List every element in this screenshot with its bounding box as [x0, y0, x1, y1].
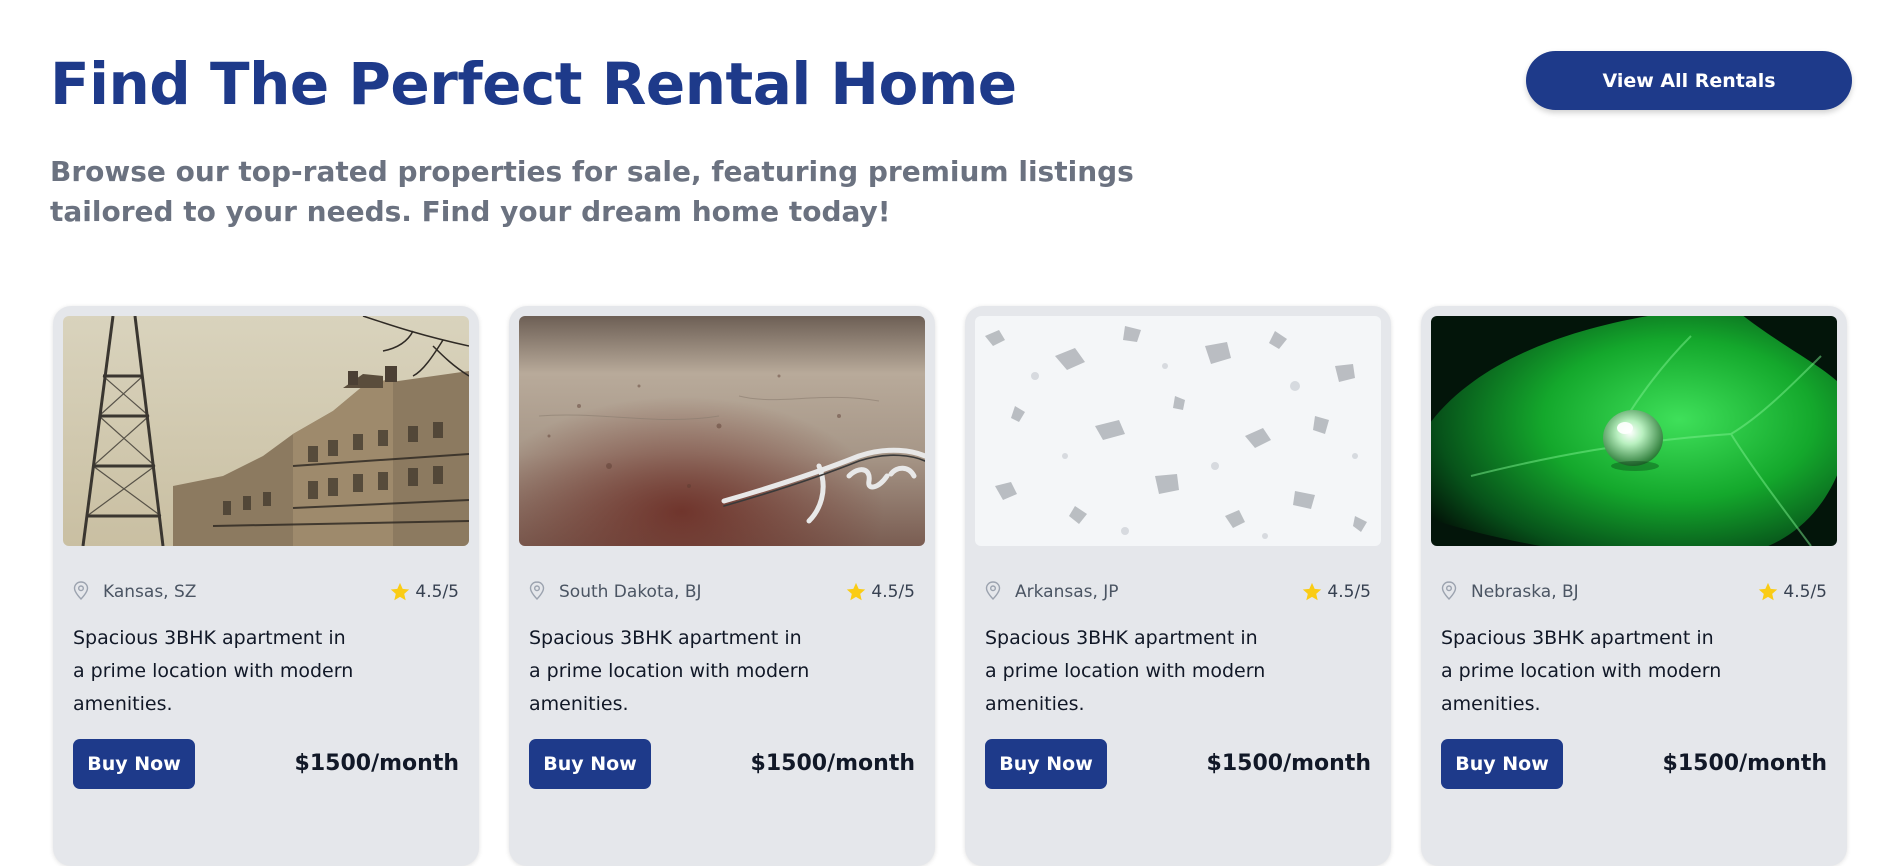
listing-card: Kansas, SZ 4.5/5 Spacious 3BHK apartment…	[53, 306, 479, 866]
rating-value: 4.5/5	[1783, 582, 1827, 602]
page-header: Find The Perfect Rental Home Browse our …	[50, 48, 1860, 248]
rating-value: 4.5/5	[1327, 582, 1371, 602]
listing-price: $1500/month	[1206, 751, 1371, 776]
rating-value: 4.5/5	[415, 582, 459, 602]
paris-buildings-photo	[63, 316, 469, 546]
listing-price: $1500/month	[1662, 751, 1827, 776]
listing-card: Arkansas, JP 4.5/5 Spacious 3BHK apartme…	[965, 306, 1391, 866]
white-texture-photo	[975, 316, 1381, 546]
star-icon	[1758, 582, 1778, 601]
map-pin-icon	[985, 581, 1001, 600]
listing-location: Nebraska, BJ	[1471, 582, 1579, 602]
listing-price: $1500/month	[750, 751, 915, 776]
page-title: Find The Perfect Rental Home	[50, 50, 1017, 118]
green-leaf-droplet-photo	[1431, 316, 1837, 546]
listing-price: $1500/month	[294, 751, 459, 776]
listing-meta: Arkansas, JP 4.5/5	[985, 580, 1371, 606]
page-subtitle: Browse our top-rated properties for sale…	[50, 155, 1134, 228]
listing-image-rusted-car[interactable]	[519, 316, 925, 546]
listing-description: Spacious 3BHK apartment in a prime locat…	[529, 627, 810, 715]
listing-card: Nebraska, BJ 4.5/5 Spacious 3BHK apartme…	[1421, 306, 1847, 866]
listing-meta: South Dakota, BJ 4.5/5	[529, 580, 915, 606]
listing-rating: 4.5/5	[1727, 580, 1827, 604]
listing-meta: Nebraska, BJ 4.5/5	[1441, 580, 1827, 606]
rusted-car-emblem-photo	[519, 316, 925, 546]
listing-card: South Dakota, BJ 4.5/5 Spacious 3BHK apa…	[509, 306, 935, 866]
star-icon	[390, 582, 410, 601]
listing-description: Spacious 3BHK apartment in a prime locat…	[1441, 627, 1722, 715]
map-pin-icon	[1441, 581, 1457, 600]
map-pin-icon	[73, 581, 89, 600]
listing-meta: Kansas, SZ 4.5/5	[73, 580, 459, 606]
buy-now-button[interactable]: Buy Now	[73, 739, 195, 789]
listing-image-green-leaf[interactable]	[1431, 316, 1837, 546]
listing-rating: 4.5/5	[359, 580, 459, 604]
listings-grid: Kansas, SZ 4.5/5 Spacious 3BHK apartment…	[53, 306, 1849, 866]
star-icon	[1302, 582, 1322, 601]
listing-description: Spacious 3BHK apartment in a prime locat…	[985, 627, 1266, 715]
listing-location: South Dakota, BJ	[559, 582, 702, 602]
listing-image-white-texture[interactable]	[975, 316, 1381, 546]
view-all-rentals-button[interactable]: View All Rentals	[1526, 51, 1852, 110]
buy-now-button[interactable]: Buy Now	[985, 739, 1107, 789]
map-pin-icon	[529, 581, 545, 600]
listing-image-paris[interactable]	[63, 316, 469, 546]
listing-location: Kansas, SZ	[103, 582, 197, 602]
star-icon	[846, 582, 866, 601]
buy-now-button[interactable]: Buy Now	[1441, 739, 1563, 789]
rating-value: 4.5/5	[871, 582, 915, 602]
buy-now-button[interactable]: Buy Now	[529, 739, 651, 789]
listing-rating: 4.5/5	[1271, 580, 1371, 604]
listing-rating: 4.5/5	[815, 580, 915, 604]
listing-location: Arkansas, JP	[1015, 582, 1119, 602]
listing-description: Spacious 3BHK apartment in a prime locat…	[73, 627, 354, 715]
